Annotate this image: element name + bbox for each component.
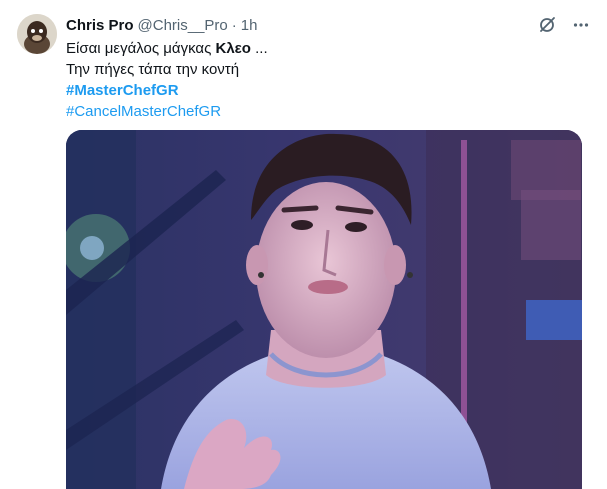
author-name[interactable]: Chris Pro <box>66 17 134 34</box>
tweet-text: Είσαι μεγάλος μάγκας Κλεο ... Την πήγες … <box>66 38 576 122</box>
tweet-header: Chris Pro @Chris__Pro · 1h <box>66 15 257 35</box>
tweet[interactable]: Chris Pro @Chris__Pro · 1h Είσαι μεγάλος… <box>0 0 607 489</box>
avatar-image <box>17 14 57 54</box>
hashtag-cancelmasterchefgr[interactable]: #CancelMasterChefGR <box>66 101 576 122</box>
text-line-1-prefix: Είσαι μεγάλος μάγκας <box>66 40 216 57</box>
text-line-2: Την πήγες τάπα την κοντή <box>66 61 240 78</box>
hashtag-masterchefgr[interactable]: #MasterChefGR <box>66 80 576 101</box>
text-line-1: Είσαι μεγάλος μάγκας Κλεο ... <box>66 38 576 59</box>
author-handle[interactable]: @Chris__Pro <box>138 17 228 34</box>
text-line-1-bold: Κλεο <box>215 40 251 57</box>
tweet-media-photo[interactable] <box>66 130 582 489</box>
tweet-actions <box>536 14 592 36</box>
timestamp[interactable]: 1h <box>241 17 258 34</box>
grok-icon[interactable] <box>536 14 558 36</box>
more-icon[interactable] <box>570 14 592 36</box>
photo-image <box>66 130 582 489</box>
avatar[interactable] <box>17 14 57 54</box>
separator-dot: · <box>231 16 237 34</box>
text-line-1-suffix: ... <box>250 40 268 57</box>
